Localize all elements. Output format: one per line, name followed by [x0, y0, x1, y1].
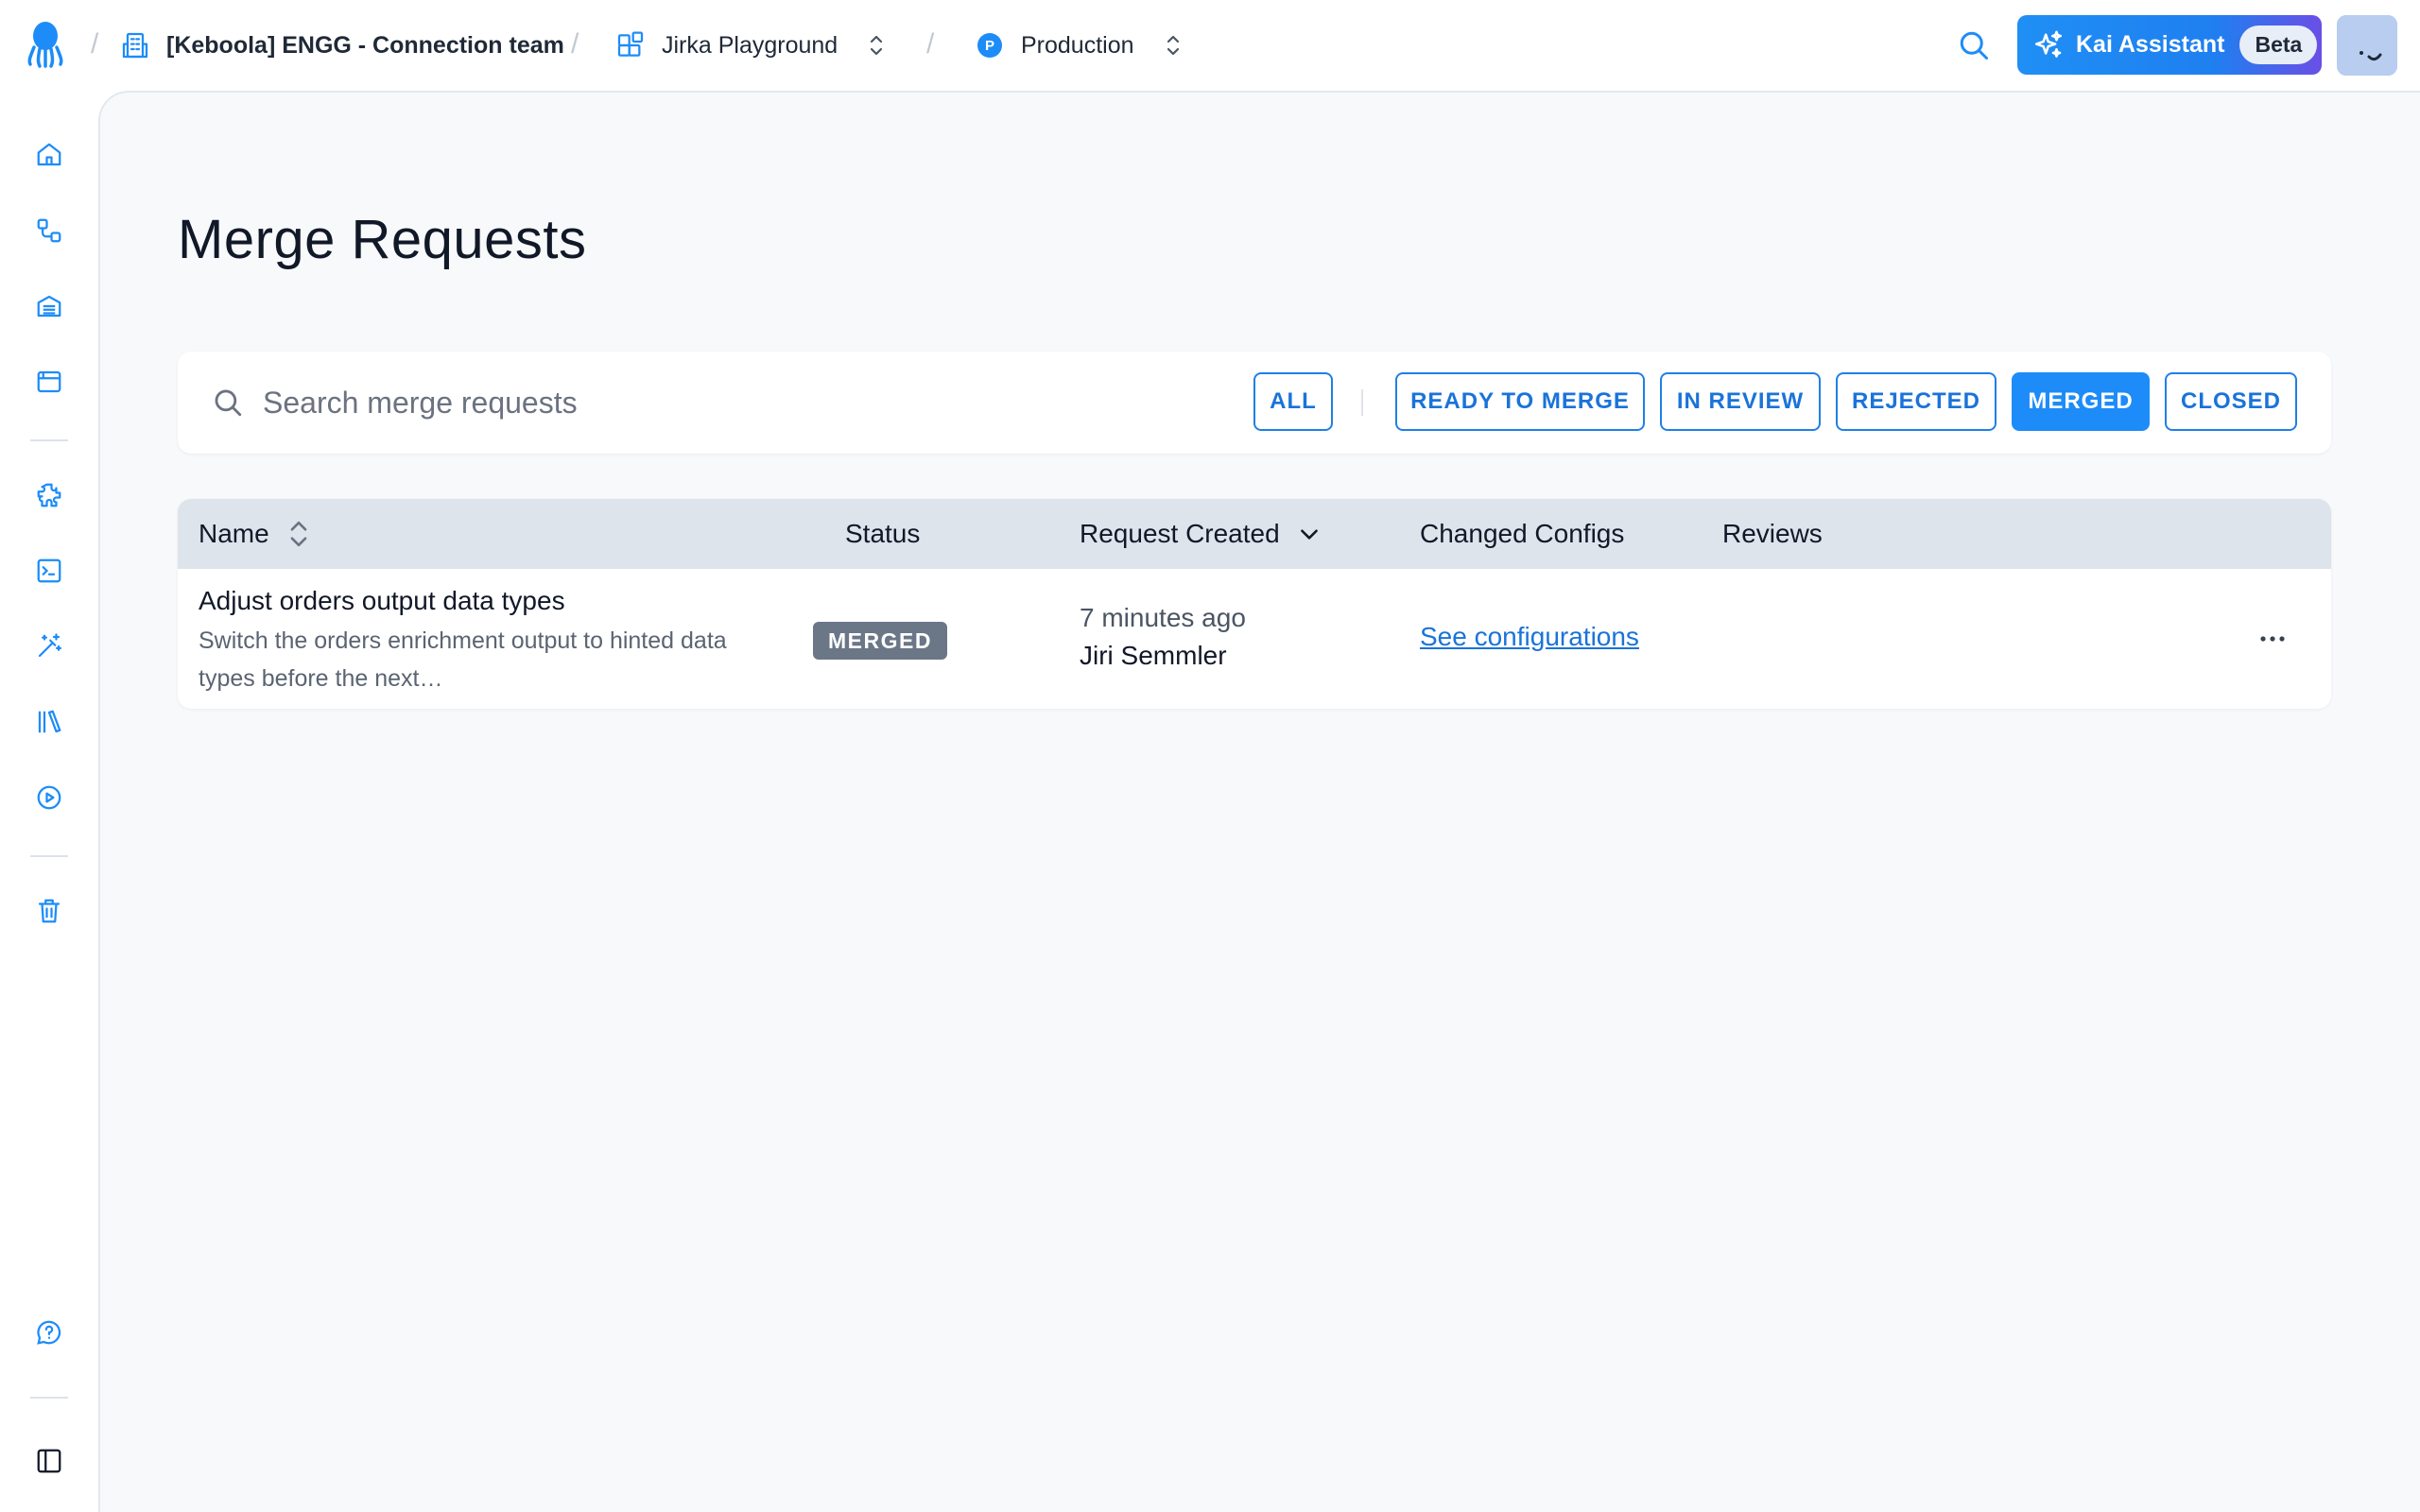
chevron-updown-icon[interactable]: [866, 32, 887, 59]
kai-assistant-button[interactable]: Kai Assistant Beta: [2017, 15, 2322, 75]
search-icon: [215, 389, 242, 417]
column-label: Request Created: [1080, 519, 1280, 548]
project-icon: [614, 29, 647, 61]
home-icon[interactable]: [32, 138, 66, 172]
filter-bar: ALL READY TO MERGE IN REVIEW REJECTED ME…: [178, 352, 2331, 454]
beta-badge: Beta: [2239, 26, 2318, 64]
breadcrumb-separator: /: [91, 28, 99, 60]
trash-icon[interactable]: [32, 894, 66, 928]
filter-closed-button[interactable]: CLOSED: [2165, 372, 2297, 431]
sidebar-divider: [30, 439, 68, 441]
components-icon[interactable]: [32, 478, 66, 512]
filter-all-button[interactable]: ALL: [1253, 372, 1333, 431]
kai-assistant-label: Kai Assistant: [2076, 31, 2225, 58]
breadcrumb-separator: /: [926, 28, 935, 60]
main-content: Merge Requests ALL READY TO MERGE IN REV…: [98, 91, 2420, 1512]
jobs-icon[interactable]: [32, 781, 66, 815]
building-icon: [119, 29, 151, 61]
request-author: Jiri Semmler: [1080, 641, 1227, 670]
production-badge: P: [977, 33, 1002, 58]
sort-updown-icon: [290, 521, 307, 547]
breadcrumb-project[interactable]: Jirka Playground: [614, 0, 887, 91]
column-label: Reviews: [1722, 519, 1823, 548]
page-title: Merge Requests: [178, 209, 587, 270]
data-apps-icon[interactable]: [32, 365, 66, 399]
request-created-time: 7 minutes ago: [1080, 603, 1246, 632]
top-bar: / [Keboola] ENGG - Connection team / Jir…: [0, 0, 2420, 91]
table-row[interactable]: Adjust orders output data types Switch t…: [178, 569, 2331, 709]
row-actions-button[interactable]: [2254, 622, 2291, 656]
search-input[interactable]: [263, 385, 1114, 421]
help-icon[interactable]: [32, 1315, 66, 1349]
storage-icon[interactable]: [32, 289, 66, 323]
sidebar-divider: [30, 855, 68, 857]
search-box[interactable]: [212, 352, 1114, 454]
merge-request-name[interactable]: Adjust orders output data types: [199, 586, 565, 616]
breadcrumb-separator: /: [571, 28, 579, 60]
branch-name: Production: [1021, 31, 1134, 59]
filter-ready-to-merge-button[interactable]: READY TO MERGE: [1395, 372, 1645, 431]
branch-icon: P: [974, 29, 1006, 61]
chevron-down-icon: [1300, 529, 1318, 540]
status-badge: MERGED: [813, 622, 947, 660]
filter-rejected-button[interactable]: REJECTED: [1836, 372, 1996, 431]
transformations-icon[interactable]: [32, 554, 66, 588]
filter-in-review-button[interactable]: IN REVIEW: [1660, 372, 1821, 431]
keboola-logo-icon[interactable]: [26, 19, 64, 68]
project-name: Jirka Playground: [662, 31, 838, 59]
filter-merged-button[interactable]: MERGED: [2012, 372, 2150, 431]
column-header-request-created[interactable]: Request Created: [1080, 499, 1322, 569]
merge-request-description: Switch the orders enrichment output to h…: [199, 627, 727, 692]
filter-divider: [1361, 389, 1363, 416]
column-header-changed-configs: Changed Configs: [1420, 499, 1624, 569]
see-configurations-link[interactable]: See configurations: [1420, 622, 1639, 652]
avatar[interactable]: [2337, 15, 2397, 76]
flows-icon[interactable]: [32, 214, 66, 248]
magic-wand-icon[interactable]: [32, 629, 66, 663]
organization-name: [Keboola] ENGG - Connection team: [166, 31, 564, 59]
breadcrumb-branch[interactable]: P Production: [974, 0, 1184, 91]
avatar-face-icon: [2337, 15, 2397, 76]
column-header-reviews: Reviews: [1722, 499, 1823, 569]
sparkles-icon: [2034, 30, 2063, 58]
chevron-updown-icon[interactable]: [1163, 32, 1184, 59]
more-horizontal-icon: [2260, 636, 2285, 642]
templates-icon[interactable]: [32, 705, 66, 739]
sidebar-toggle-icon[interactable]: [32, 1444, 66, 1478]
column-label: Changed Configs: [1420, 519, 1625, 548]
breadcrumb-organization[interactable]: [Keboola] ENGG - Connection team: [119, 0, 564, 91]
column-label: Name: [199, 519, 269, 548]
column-header-status: Status: [845, 499, 920, 569]
sidebar-divider: [30, 1397, 68, 1399]
merge-requests-table: Name Status Request Created Changed Conf…: [178, 499, 2331, 709]
column-label: Status: [845, 519, 921, 548]
search-icon[interactable]: [1957, 28, 1991, 62]
table-header: Name Status Request Created Changed Conf…: [178, 499, 2331, 569]
sidebar: [0, 91, 98, 1512]
column-header-name[interactable]: Name: [199, 499, 311, 569]
